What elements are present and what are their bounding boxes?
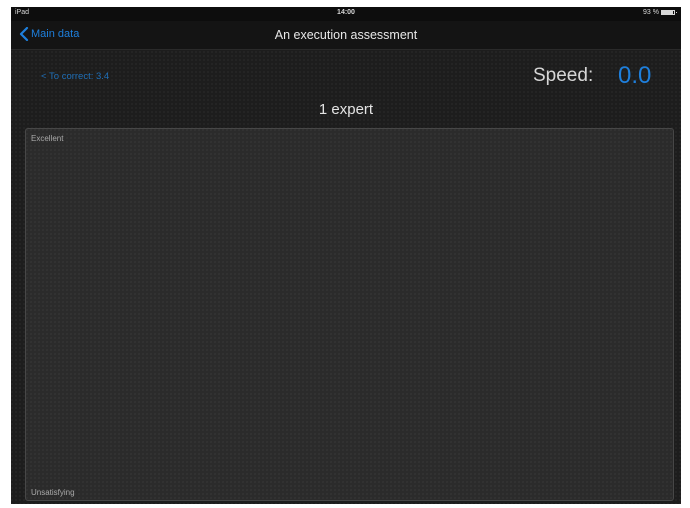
to-correct-link[interactable]: < To correct: 3.4 bbox=[41, 71, 109, 82]
battery-percent: 93 % bbox=[643, 9, 659, 16]
page-title: An execution assessment bbox=[274, 28, 418, 42]
scale-bottom-label: Unsatisfying bbox=[31, 488, 75, 497]
ipad-screen: iPad 14:00 93 % Main data An execution a… bbox=[11, 7, 681, 504]
speed-value: 0.0 bbox=[618, 62, 652, 89]
status-time: 14:00 bbox=[337, 9, 355, 16]
status-bar: iPad 14:00 93 % bbox=[11, 7, 681, 21]
assessment-touch-area[interactable]: Excellent Unsatisfying bbox=[25, 128, 674, 501]
status-battery: 93 % bbox=[643, 9, 677, 16]
battery-icon bbox=[661, 10, 677, 15]
scale-top-label: Excellent bbox=[31, 134, 64, 143]
navigation-bar: Main data An execution assessment bbox=[11, 21, 681, 50]
speed-label: Speed: bbox=[533, 65, 594, 86]
expert-count-label: 1 expert bbox=[318, 101, 374, 118]
